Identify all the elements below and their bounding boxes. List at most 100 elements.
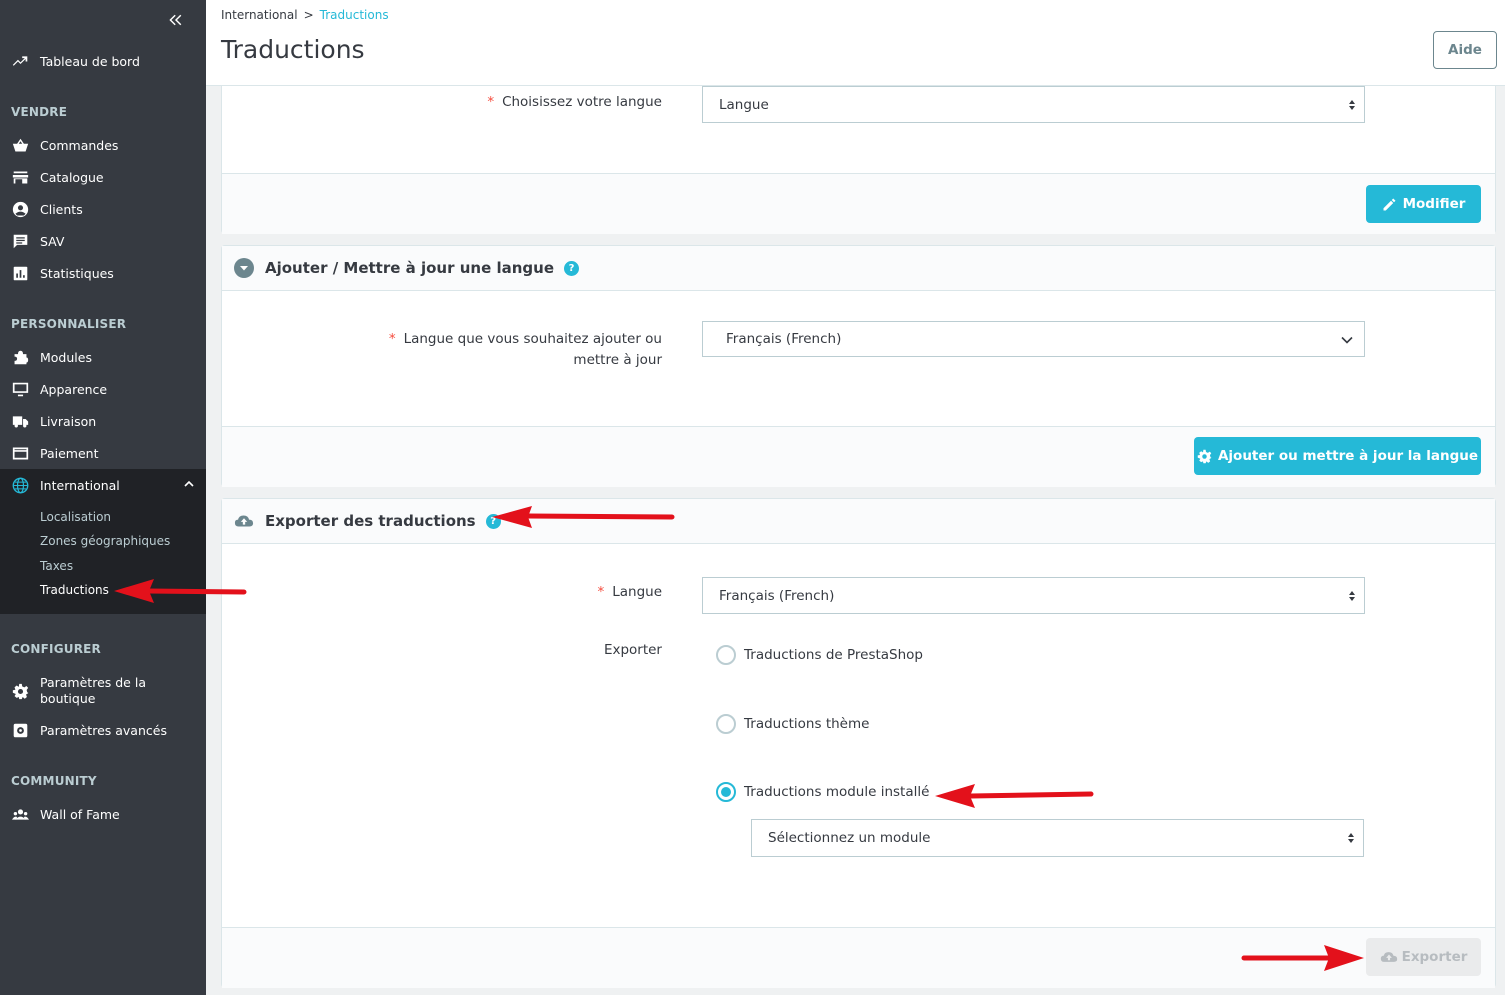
chevron-down-icon xyxy=(1341,336,1353,344)
sidebar-item-advanced-params[interactable]: Paramètres avancés xyxy=(0,714,206,746)
pencil-icon xyxy=(1383,198,1396,210)
breadcrumb: International > Traductions xyxy=(221,8,389,22)
sidebar-item-label: Apparence xyxy=(40,381,108,397)
sidebar-item-label: Commandes xyxy=(40,137,119,153)
module-select[interactable]: Sélectionnez un module xyxy=(751,819,1364,857)
sidebar-item-stats[interactable]: Statistiques xyxy=(0,257,206,289)
sidebar-item-label: Paramètres avancés xyxy=(40,722,167,738)
sidebar-subitem-translations[interactable]: Traductions xyxy=(40,583,109,597)
cloud-upload-icon xyxy=(1380,952,1397,962)
select-value: Français (French) xyxy=(719,587,835,604)
add-language-select[interactable]: Français (French) xyxy=(702,321,1365,357)
settings-box-icon xyxy=(11,721,29,739)
modify-button[interactable]: Modifier xyxy=(1366,185,1481,223)
monitor-icon xyxy=(11,380,29,398)
sidebar-item-dashboard[interactable]: Tableau de bord xyxy=(0,45,206,77)
sidebar-item-label: Tableau de bord xyxy=(40,53,140,69)
help-button[interactable]: Aide xyxy=(1433,31,1497,69)
section-community: COMMUNITY xyxy=(11,774,97,788)
sidebar-item-customers[interactable]: Clients xyxy=(0,193,206,225)
sidebar: Tableau de bord VENDRE Commandes Catalog… xyxy=(0,0,206,995)
sidebar-item-label: SAV xyxy=(40,233,65,249)
required-mark: * xyxy=(597,584,605,600)
required-mark: * xyxy=(487,94,495,110)
add-language-label: * Langue que vous souhaitez ajouter ou met… xyxy=(222,329,662,371)
page-title: Traductions xyxy=(221,35,365,64)
button-label: Exporter xyxy=(1401,949,1468,965)
sidebar-item-label: Catalogue xyxy=(40,169,104,185)
user-circle-icon xyxy=(11,200,29,218)
sidebar-item-wall-of-fame[interactable]: Wall of Fame xyxy=(0,798,206,830)
sidebar-subitem-zones[interactable]: Zones géographiques xyxy=(40,534,170,548)
annotation-arrow-traductions-menu xyxy=(114,579,247,603)
panel-title: Ajouter / Mettre à jour une langue xyxy=(265,259,555,277)
export-language-select[interactable]: Français (French) xyxy=(702,577,1365,614)
sidebar-item-label: Modules xyxy=(40,349,92,365)
button-label: Modifier xyxy=(1402,196,1466,212)
annotation-arrow-export-button xyxy=(1241,945,1364,971)
sidebar-item-shop-params[interactable]: Paramètres de la boutique xyxy=(0,674,206,708)
sidebar-item-label: Paiement xyxy=(40,445,99,461)
sidebar-item-shipping[interactable]: Livraison xyxy=(0,405,206,437)
button-label: Ajouter ou mettre à jour la langue xyxy=(1217,448,1479,464)
select-value: Sélectionnez un module xyxy=(768,830,931,846)
puzzle-icon xyxy=(11,348,29,366)
radio-module-translations[interactable]: Traductions module installé xyxy=(716,782,929,802)
section-configure: CONFIGURER xyxy=(11,642,101,656)
bar-chart-icon xyxy=(11,264,29,282)
sort-arrows-icon xyxy=(1349,100,1355,110)
choose-language-select[interactable]: Langue xyxy=(702,86,1365,123)
radio-button[interactable] xyxy=(716,714,736,734)
export-type-label: Exporter xyxy=(603,642,662,658)
chevron-up-icon xyxy=(184,480,194,487)
breadcrumb-separator: > xyxy=(303,8,314,22)
radio-theme-translations[interactable]: Traductions thème xyxy=(716,714,869,734)
label-text: Langue xyxy=(612,584,662,600)
sidebar-subitem-taxes[interactable]: Taxes xyxy=(40,559,73,573)
sidebar-subitem-localization[interactable]: Localisation xyxy=(40,510,111,524)
sidebar-item-label: Clients xyxy=(40,201,83,217)
label-text: Choisissez votre langue xyxy=(502,94,662,110)
chat-icon xyxy=(11,232,29,250)
panel-header: Exporter des traductions ? xyxy=(222,499,1495,544)
annotation-arrow-export-title xyxy=(492,506,675,528)
radio-label: Traductions module installé xyxy=(744,784,930,800)
section-sell: VENDRE xyxy=(11,105,68,119)
credit-card-icon xyxy=(11,444,29,462)
panel-add-language: Ajouter / Mettre à jour une langue ? * La… xyxy=(221,245,1496,487)
sidebar-item-international[interactable]: International xyxy=(0,469,206,501)
export-language-label: * Langue xyxy=(222,582,662,603)
panel-footer: Ajouter ou mettre à jour la langue xyxy=(222,426,1495,487)
add-update-language-button[interactable]: Ajouter ou mettre à jour la langue xyxy=(1194,437,1481,475)
annotation-arrow-module-radio xyxy=(935,784,1094,808)
sidebar-item-catalog[interactable]: Catalogue xyxy=(0,161,206,193)
sidebar-item-appearance[interactable]: Apparence xyxy=(0,373,206,405)
panel-export-translations: Exporter des traductions ? * Langue Franç… xyxy=(221,498,1496,988)
sidebar-item-orders[interactable]: Commandes xyxy=(0,129,206,161)
truck-icon xyxy=(11,412,29,430)
store-icon xyxy=(11,168,29,186)
export-button[interactable]: Exporter xyxy=(1366,938,1481,976)
cloud-upload-icon xyxy=(234,515,254,527)
gear-icon xyxy=(11,682,29,700)
panel-header: Ajouter / Mettre à jour une langue ? xyxy=(222,246,1495,291)
sidebar-item-label: Livraison xyxy=(40,413,97,429)
sidebar-item-sav[interactable]: SAV xyxy=(0,225,206,257)
radio-prestashop-translations[interactable]: Traductions de PrestaShop xyxy=(716,645,923,665)
radio-button-checked[interactable] xyxy=(716,782,736,802)
collapse-sidebar-icon[interactable] xyxy=(168,12,188,32)
chevron-down-circle-icon[interactable] xyxy=(234,258,254,278)
sidebar-item-modules[interactable]: Modules xyxy=(0,341,206,373)
choose-language-label: * Choisissez votre langue xyxy=(222,92,662,113)
select-value: Langue xyxy=(719,96,769,113)
breadcrumb-current[interactable]: Traductions xyxy=(320,8,389,22)
basket-icon xyxy=(11,136,29,154)
radio-label: Traductions thème xyxy=(744,716,870,732)
radio-button[interactable] xyxy=(716,645,736,665)
sidebar-item-payment[interactable]: Paiement xyxy=(0,437,206,469)
select-value: Français (French) xyxy=(726,331,842,347)
help-tooltip-icon[interactable]: ? xyxy=(564,260,580,276)
required-mark: * xyxy=(388,331,396,347)
sidebar-item-label: Statistiques xyxy=(40,265,114,281)
breadcrumb-parent[interactable]: International xyxy=(221,8,298,22)
